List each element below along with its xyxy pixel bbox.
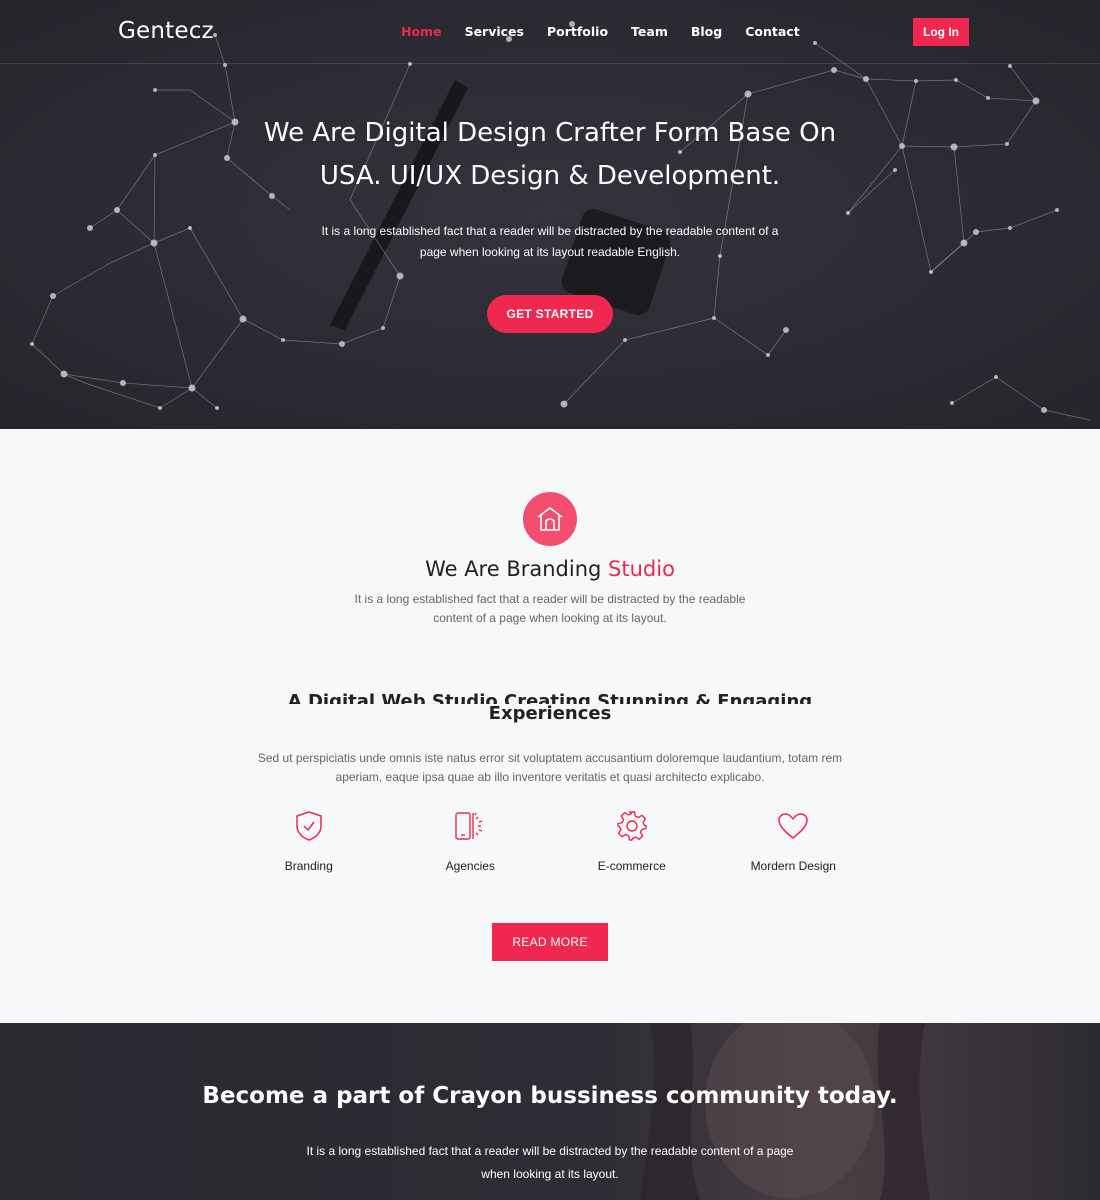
nav-item-blog[interactable]: Blog xyxy=(691,24,722,39)
house-icon xyxy=(523,492,577,546)
feature-list: Branding Agencies E-commerce Mordern Des… xyxy=(228,809,874,873)
branding-title-prefix: We Are Branding xyxy=(425,557,609,581)
hero-content: We Are Digital Design Crafter Form Base … xyxy=(0,112,1100,333)
site-logo[interactable]: Gentecz xyxy=(118,18,214,44)
nav-item-home[interactable]: Home xyxy=(401,24,442,39)
top-navbar: Gentecz Home Services Portfolio Team Blo… xyxy=(0,0,1100,64)
studio-subtitle: Sed ut perspiciatis unde omnis iste natu… xyxy=(257,751,843,784)
cta-subtitle: It is a long established fact that a rea… xyxy=(306,1144,794,1181)
branding-title: We Are Branding Studio xyxy=(0,557,1100,581)
feature-label: E-commerce xyxy=(597,859,666,873)
shield-check-icon xyxy=(292,809,326,843)
hero-title-line-1: We Are Digital Design Crafter Form Base … xyxy=(263,118,837,148)
branding-title-accent: Studio xyxy=(608,557,675,581)
branding-section: We Are Branding Studio It is a long esta… xyxy=(0,429,1100,1023)
feature-label: Branding xyxy=(284,859,333,873)
nav-item-contact[interactable]: Contact xyxy=(745,24,799,39)
hero-subtitle: It is a long established fact that a rea… xyxy=(321,224,779,259)
login-button[interactable]: Log In xyxy=(913,18,969,46)
studio-title: A Digital Web Studio Creating Stunning &… xyxy=(260,692,840,723)
gear-icon xyxy=(615,809,649,843)
branding-subtitle: It is a long established fact that a rea… xyxy=(354,592,746,625)
nav-item-team[interactable]: Team xyxy=(631,24,668,39)
feature-item-agencies: Agencies xyxy=(390,809,552,873)
cta-title: Become a part of Crayon bussiness commun… xyxy=(202,1083,898,1109)
feature-item-modern-design: Mordern Design xyxy=(713,809,875,873)
feature-item-ecommerce: E-commerce xyxy=(551,809,713,873)
get-started-button[interactable]: GET STARTED xyxy=(487,295,613,333)
hero-section: Gentecz Home Services Portfolio Team Blo… xyxy=(0,0,1100,429)
feature-label: Agencies xyxy=(445,859,495,873)
heart-icon xyxy=(776,809,810,843)
feature-label: Mordern Design xyxy=(750,859,836,873)
nav-item-services[interactable]: Services xyxy=(465,24,524,39)
read-more-button[interactable]: READ MORE xyxy=(492,923,608,961)
hero-title-line-2: USA. UI/UX Design & Development. xyxy=(319,161,781,191)
nav-item-portfolio[interactable]: Portfolio xyxy=(547,24,608,39)
studio-title-line-2: Experiences xyxy=(488,703,612,724)
cta-section: Become a part of Crayon bussiness commun… xyxy=(0,1023,1100,1200)
hero-title: We Are Digital Design Crafter Form Base … xyxy=(200,112,900,198)
feature-item-branding: Branding xyxy=(228,809,390,873)
mobile-icon xyxy=(453,809,487,843)
nav-links: Home Services Portfolio Team Blog Contac… xyxy=(401,24,823,39)
